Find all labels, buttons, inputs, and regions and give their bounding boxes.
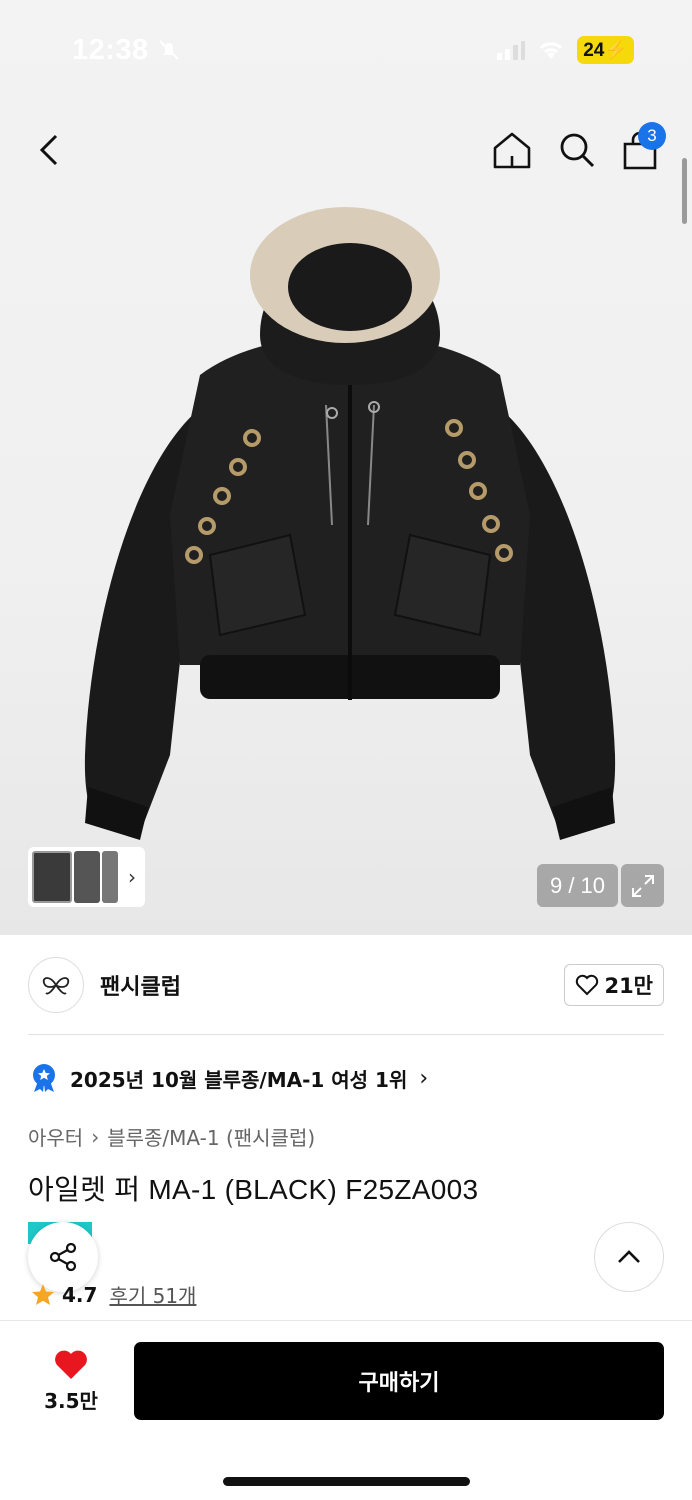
breadcrumb: 아우터 › 블루종/MA-1 (팬시클럽): [28, 1122, 315, 1151]
cart-button[interactable]: 3: [618, 122, 666, 172]
home-icon: [493, 132, 531, 169]
reviews-link[interactable]: 후기 51개: [109, 1280, 196, 1309]
search-icon: [560, 133, 595, 168]
thumbnail-3[interactable]: [102, 851, 118, 903]
breadcrumb-subcategory[interactable]: 블루종/MA-1 (팬시클럽): [107, 1122, 315, 1151]
scrollbar[interactable]: [682, 158, 687, 224]
star-icon: [32, 1283, 54, 1305]
scroll-to-top-button[interactable]: [594, 1222, 664, 1292]
top-navigation: 3: [0, 120, 692, 180]
divider: [28, 1034, 664, 1035]
bottom-action-bar: 3.5만 구매하기: [0, 1320, 692, 1500]
rating-score: 4.7: [62, 1282, 98, 1307]
product-title: 아일렛 퍼 MA-1 (BLACK) F25ZA003: [28, 1174, 479, 1205]
cart-count-badge: 3: [638, 122, 666, 150]
chevron-left-icon: [39, 134, 58, 166]
share-icon: [49, 1242, 77, 1272]
thumbnail-2[interactable]: [74, 851, 100, 903]
thumbnail-strip[interactable]: ›: [28, 847, 145, 907]
wishlist-count: 3.5만: [44, 1389, 98, 1413]
status-time: 12:38: [72, 33, 149, 66]
ranking-badge-icon: [33, 1064, 55, 1092]
status-bar: 12:38 24⚡: [0, 0, 692, 100]
wishlist-button[interactable]: 3.5만: [38, 1349, 104, 1414]
brand-name[interactable]: 팬시클럽: [100, 969, 181, 1001]
home-button[interactable]: [490, 128, 534, 172]
chevron-right-icon: ›: [419, 1065, 429, 1091]
back-button[interactable]: [30, 128, 70, 172]
ranking-text: 2025년 10월 블루종/MA-1 여성 1위: [70, 1067, 408, 1092]
wifi-icon: [540, 42, 563, 59]
brand-like-button[interactable]: 21만: [564, 964, 664, 1006]
brand-like-count: 21만: [604, 974, 653, 998]
image-counter: 9 / 10: [537, 864, 618, 907]
search-button[interactable]: [555, 128, 599, 172]
signal-icon: [497, 41, 526, 60]
chevron-right-icon: ›: [91, 1124, 100, 1149]
chevron-up-icon: [618, 1250, 640, 1263]
chevron-right-icon: ›: [128, 865, 136, 889]
expand-button[interactable]: [621, 864, 664, 907]
buy-button[interactable]: 구매하기: [134, 1342, 664, 1420]
brand-logo[interactable]: [28, 957, 84, 1013]
home-indicator[interactable]: [223, 1477, 470, 1486]
expand-icon: [631, 874, 654, 897]
product-gallery[interactable]: 12:38 24⚡ 3 › 9 / 10: [0, 0, 692, 935]
heart-filled-icon: [55, 1350, 87, 1379]
bell-muted-icon: [158, 40, 179, 60]
status-time-wrapper: 12:38: [72, 34, 181, 67]
thumbnail-1[interactable]: [32, 851, 72, 903]
battery-indicator: 24⚡: [577, 36, 634, 64]
brand-logo-icon: [42, 977, 70, 995]
battery-level: 24: [583, 40, 605, 61]
product-image: [84, 207, 616, 840]
breadcrumb-category[interactable]: 아우터: [28, 1122, 83, 1151]
heart-outline-icon: [576, 974, 599, 996]
brand-row[interactable]: 팬시클럽 21만: [28, 955, 664, 1015]
status-icons: 24⚡: [497, 36, 634, 64]
ranking-link[interactable]: 2025년 10월 블루종/MA-1 여성 1위 ›: [30, 1063, 428, 1093]
product-rating: 4.7 후기 51개: [30, 1280, 196, 1309]
